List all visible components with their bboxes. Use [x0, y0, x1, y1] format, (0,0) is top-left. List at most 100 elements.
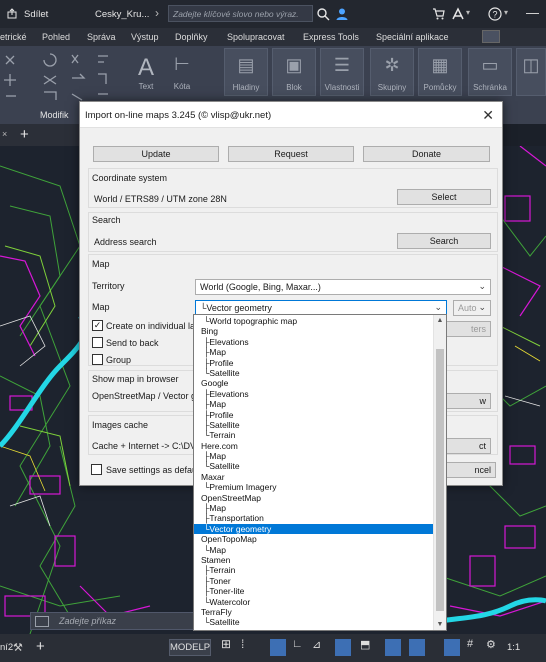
polar-icon[interactable]: ∟	[292, 638, 308, 655]
dropdown-item[interactable]: └Vector geometry	[194, 523, 434, 535]
update-button[interactable]: Update	[93, 146, 219, 162]
utilities-button[interactable]: ▦ Pomůcky	[418, 48, 462, 96]
dropdown-item[interactable]: ├Map	[194, 347, 434, 357]
tab-express-tools[interactable]: Express Tools	[303, 32, 359, 42]
workspace-gear-icon[interactable]: ⚙	[486, 638, 502, 655]
dropdown-item[interactable]: ├Profile	[194, 358, 434, 368]
scroll-thumb[interactable]	[436, 349, 444, 611]
share-button[interactable]: Sdílet	[24, 9, 48, 20]
autodesk-a-icon[interactable]	[451, 7, 465, 21]
grid-icon[interactable]: ⊞	[221, 637, 237, 654]
minimize-icon[interactable]: —	[526, 5, 539, 20]
dropdown-item[interactable]: ├Toner-lite	[194, 586, 434, 596]
tab-view[interactable]: Pohled	[42, 32, 70, 42]
dropdown-item[interactable]: ├Satellite	[194, 420, 434, 430]
cancel-button[interactable]: ncel	[444, 462, 496, 478]
send-to-back-checkbox[interactable]	[92, 337, 103, 348]
request-button[interactable]: Request	[228, 146, 354, 162]
select-button[interactable]: Select	[397, 189, 491, 205]
chevron-down-icon[interactable]: ▾	[466, 8, 470, 17]
snap-icon[interactable]: ⁞	[241, 637, 257, 654]
search-button[interactable]: Search	[397, 233, 491, 249]
dropdown-item[interactable]: OpenTopoMap	[194, 534, 434, 544]
save-settings-checkbox[interactable]	[91, 464, 102, 475]
territory-select[interactable]: World (Google, Bing, Maxar...) ⌄	[195, 279, 491, 295]
dropdown-item[interactable]: ├Elevations	[194, 337, 434, 347]
ribbon-toggle-icon[interactable]	[482, 30, 500, 43]
dropdown-item[interactable]: Bing	[194, 326, 434, 336]
dropdown-item[interactable]: ├Map	[194, 503, 434, 513]
dropdown-item[interactable]: └Satellite	[194, 461, 434, 471]
cart-icon[interactable]	[432, 7, 446, 21]
group-checkbox[interactable]	[92, 354, 103, 365]
chevron-down-icon[interactable]: ▾	[504, 8, 508, 17]
map-dropdown-list[interactable]: └World topographic map Bing ├Elevations ├…	[193, 314, 447, 631]
dropdown-item[interactable]: Stamen	[194, 555, 434, 565]
dropdown-item[interactable]: ├Toner	[194, 576, 434, 586]
scroll-down-icon[interactable]: ▼	[434, 621, 446, 628]
properties-button[interactable]: ☰ Vlastnosti	[320, 48, 364, 96]
dropdown-item[interactable]: └Terrain	[194, 430, 434, 440]
auto-select[interactable]: Auto ⌄	[453, 300, 491, 316]
dropdown-item[interactable]: Maxar	[194, 472, 434, 482]
groups-button[interactable]: ✲ Skupiny	[370, 48, 414, 96]
tab-output[interactable]: Výstup	[131, 32, 159, 42]
dropdown-item[interactable]: ├Map	[194, 399, 434, 409]
command-input[interactable]: Zadejte příkaz	[59, 616, 116, 626]
donate-button[interactable]: Donate	[363, 146, 490, 162]
dimension-button[interactable]: ⊢ Kóta	[160, 48, 204, 96]
dropdown-item[interactable]: └World topographic map	[194, 316, 434, 326]
add-layout-plus-icon[interactable]: +	[36, 638, 45, 655]
dropdown-item[interactable]: ├Transportation	[194, 513, 434, 523]
layout-tab[interactable]: ní2	[0, 642, 13, 653]
modify-tools-icons[interactable]	[0, 50, 120, 106]
dropdown-item[interactable]: └Satellite	[194, 368, 434, 378]
tab-addins[interactable]: Doplňky	[175, 32, 208, 42]
dropdown-item[interactable]: └Premium Imagery	[194, 482, 434, 492]
dropdown-item[interactable]: Here.com	[194, 441, 434, 451]
ortho-icon[interactable]	[270, 639, 286, 656]
group-label: Group	[106, 355, 132, 365]
new-tab-plus-icon[interactable]: +	[20, 126, 29, 143]
more-button[interactable]: ◫	[516, 48, 546, 96]
tab-manage[interactable]: Správa	[87, 32, 116, 42]
tab-scroll-icon[interactable]: ×	[2, 129, 7, 139]
help-icon[interactable]: ?	[488, 7, 502, 21]
dropdown-item[interactable]: Google	[194, 378, 434, 388]
create-individual-checkbox[interactable]: ✓	[92, 320, 103, 331]
dropdown-item[interactable]: OpenStreetMap	[194, 493, 434, 503]
search-icon[interactable]	[316, 7, 330, 21]
tab-featured-apps[interactable]: Speciální aplikace	[376, 32, 449, 42]
dropdown-scrollbar[interactable]: ▲ ▼	[433, 315, 446, 630]
osnap-icon[interactable]	[335, 639, 351, 656]
share-icon[interactable]	[7, 8, 18, 19]
wrench-icon[interactable]: ⚒	[13, 641, 23, 654]
dropdown-item[interactable]: └Watercolor	[194, 597, 434, 607]
dynamic-input-icon[interactable]	[385, 639, 401, 656]
dropdown-item[interactable]: └Map	[194, 545, 434, 555]
close-icon[interactable]: ✕	[482, 107, 494, 124]
model-space-button[interactable]: MODELP	[169, 639, 211, 656]
annotation-scale-icon[interactable]	[444, 639, 460, 656]
block-button[interactable]: ▣ Blok	[272, 48, 316, 96]
tab-parametric[interactable]: etrické	[0, 32, 27, 42]
user-icon[interactable]	[335, 7, 349, 21]
dropdown-item[interactable]: TerraFly	[194, 607, 434, 617]
scroll-up-icon[interactable]: ▲	[434, 317, 446, 324]
selection-cycling-icon[interactable]: #	[467, 638, 483, 655]
lineweight-icon[interactable]	[409, 639, 425, 656]
chevron-right-icon[interactable]: ›	[155, 6, 159, 20]
scale-display[interactable]: 1:1	[507, 642, 520, 653]
dropdown-item[interactable]: ├Elevations	[194, 389, 434, 399]
dropdown-item[interactable]: ├Profile	[194, 410, 434, 420]
dropdown-item[interactable]: ├Map	[194, 451, 434, 461]
iso-icon[interactable]: ⬒	[360, 638, 376, 655]
command-history-icon[interactable]	[35, 616, 49, 627]
clipboard-button[interactable]: ▭ Schránka	[468, 48, 512, 96]
layers-button[interactable]: ▤ Hladiny	[224, 48, 268, 96]
tab-collaborate[interactable]: Spolupracovat	[227, 32, 285, 42]
search-input[interactable]: Zadejte klíčové slovo nebo výraz.	[168, 5, 313, 22]
dropdown-item[interactable]: └Satellite	[194, 617, 434, 627]
osnap-track-icon[interactable]: ⊿	[312, 638, 328, 655]
dropdown-item[interactable]: ├Terrain	[194, 565, 434, 575]
